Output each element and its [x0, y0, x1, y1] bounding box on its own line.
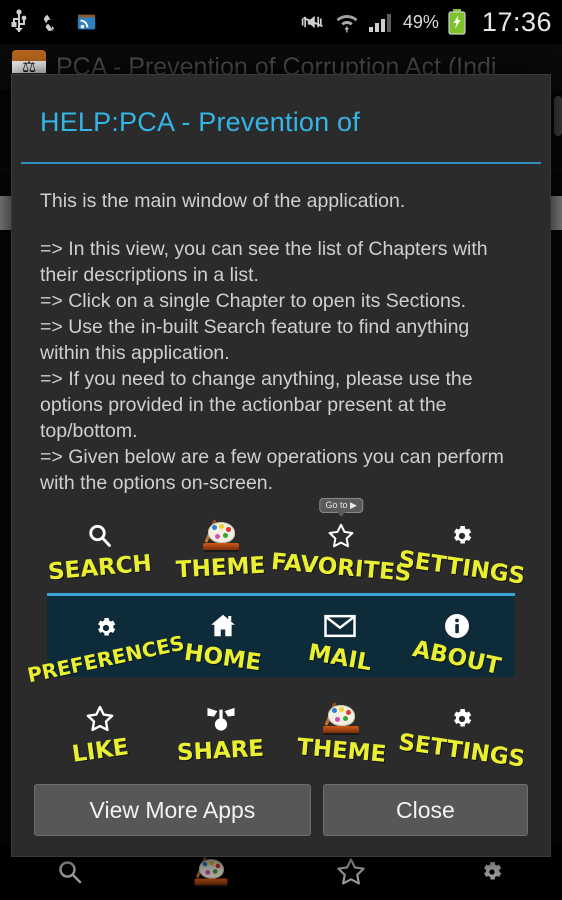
- grid-item-settings[interactable]: SETTINGS: [397, 514, 527, 590]
- gear-icon: [447, 518, 477, 554]
- bottom-theme-palette-icon[interactable]: [141, 856, 282, 888]
- grid-item-about[interactable]: ABOUT: [399, 604, 515, 680]
- grid-row-3: LIKE SHARE THEME SETTINGS: [40, 691, 527, 770]
- grid-item-favorites[interactable]: Go to ▶ FAVORITES: [270, 498, 412, 587]
- envelope-icon: [323, 608, 356, 644]
- grid-label-favorites: FAVORITES: [270, 548, 413, 588]
- bottom-gear-icon[interactable]: [422, 857, 562, 887]
- body-bullet-3: => Use the in-built Search feature to fi…: [40, 316, 470, 364]
- grid-label-mail: MAIL: [305, 639, 374, 677]
- body-bullet-1: => In this view, you can see the list of…: [40, 238, 488, 286]
- tooltip-pointer: [337, 512, 346, 517]
- mute-vibrate-icon: [300, 10, 326, 34]
- battery-percent: 49%: [402, 11, 439, 32]
- signal-icon: [368, 10, 394, 34]
- help-dialog: HELP:PCA - Prevention of This is the mai…: [11, 74, 551, 857]
- grid-row-2-highlighted: PREFERENCES HOME MAIL ABOUT: [25, 593, 515, 687]
- grid-item-share[interactable]: SHARE: [163, 697, 279, 767]
- home-icon: [207, 608, 239, 644]
- info-icon: [442, 608, 472, 644]
- goto-tooltip-label: Go to ▶: [325, 500, 357, 510]
- search-icon: [85, 518, 115, 554]
- grid-item-preferences[interactable]: PREFERENCES: [25, 606, 186, 687]
- scrollbar-thumb[interactable]: [554, 96, 562, 136]
- grid-item-like[interactable]: LIKE: [42, 697, 158, 768]
- grid-item-theme-2[interactable]: THEME: [283, 697, 399, 768]
- wifi-icon: [335, 10, 359, 34]
- grid-item-theme[interactable]: THEME: [163, 514, 279, 584]
- body-intro: This is the main window of the applicati…: [40, 190, 406, 212]
- gear-icon: [91, 610, 121, 646]
- grid-item-settings-2[interactable]: SETTINGS: [397, 697, 527, 770]
- operations-grid: SEARCH THEME Go to ▶ FAVORITES SETTINGS …: [25, 498, 527, 770]
- body-bullet-2: => Click on a single Chapter to open its…: [40, 290, 466, 312]
- grid-item-mail[interactable]: MAIL: [282, 604, 398, 676]
- dialog-button-row: View More Apps Close: [12, 770, 550, 856]
- share-icon: [205, 701, 237, 737]
- body-bullet-5: => Given below are a few operations you …: [40, 446, 504, 494]
- view-more-apps-button[interactable]: View More Apps: [34, 784, 311, 836]
- grid-label-theme-2: THEME: [295, 734, 387, 768]
- close-button[interactable]: Close: [322, 784, 528, 836]
- body-bullet-4: => If you need to change anything, pleas…: [40, 368, 473, 442]
- grid-item-home[interactable]: HOME: [165, 604, 281, 676]
- bottom-search-icon[interactable]: [0, 857, 141, 887]
- grid-item-search[interactable]: SEARCH: [42, 514, 158, 585]
- star-outline-icon: [326, 518, 356, 554]
- bottom-star-icon[interactable]: [281, 856, 422, 888]
- sync-icon: [41, 11, 63, 33]
- battery-charging-icon: [448, 9, 466, 35]
- rss-feed-icon: [76, 11, 98, 33]
- goto-tooltip: Go to ▶: [319, 498, 363, 517]
- screen: ⚖ PCA - Prevention of Corruption Act (In…: [0, 0, 562, 900]
- grid-label-home: HOME: [182, 639, 263, 677]
- status-bar: 49% 17:36: [0, 0, 562, 44]
- theme-palette-icon: [323, 701, 360, 737]
- star-outline-icon: [84, 701, 116, 737]
- grid-label-like: LIKE: [70, 734, 131, 768]
- grid-label-share: SHARE: [176, 735, 265, 767]
- dialog-body: This is the main window of the applicati…: [12, 164, 550, 770]
- grid-row-1: SEARCH THEME Go to ▶ FAVORITES SETTINGS: [40, 498, 527, 590]
- gear-icon: [447, 701, 477, 737]
- usb-icon: [10, 9, 28, 35]
- dialog-title: HELP:PCA - Prevention of: [40, 107, 360, 137]
- grid-label-theme: THEME: [175, 552, 266, 584]
- theme-palette-icon: [202, 518, 239, 554]
- grid-label-search: SEARCH: [47, 550, 154, 586]
- clock: 17:36: [481, 6, 552, 37]
